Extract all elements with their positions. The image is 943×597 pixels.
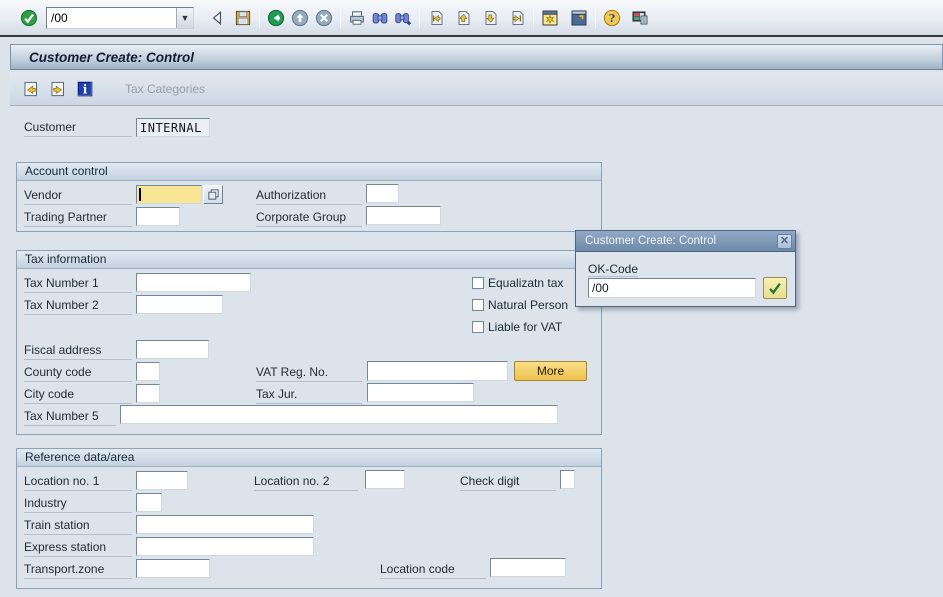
last-page-icon[interactable] — [508, 9, 526, 27]
save-icon[interactable] — [234, 9, 252, 27]
vendor-field[interactable] — [136, 185, 202, 204]
location-no-1-field[interactable] — [136, 471, 188, 490]
fiscal-address-field[interactable] — [136, 340, 209, 359]
reference-data-group-title: Reference data/area — [17, 449, 601, 467]
page-title: Customer Create: Control — [29, 50, 194, 65]
train-station-field[interactable] — [136, 515, 314, 534]
next-page-icon[interactable] — [481, 9, 499, 27]
natural-person-checkbox[interactable] — [472, 299, 484, 311]
information-icon[interactable]: i — [76, 80, 94, 98]
express-station-field[interactable] — [136, 537, 314, 556]
natural-person-label: Natural Person — [488, 298, 568, 314]
location-no-2-label: Location no. 2 — [254, 474, 358, 491]
industry-field[interactable] — [136, 493, 162, 512]
authorization-label: Authorization — [256, 188, 362, 205]
authorization-field[interactable] — [366, 184, 399, 203]
vat-reg-no-field[interactable] — [367, 361, 508, 381]
tax-jur-label: Tax Jur. — [256, 387, 362, 404]
location-code-label: Location code — [380, 562, 486, 579]
trading-partner-label: Trading Partner — [24, 210, 132, 227]
account-control-group-title: Account control — [17, 163, 601, 181]
fiscal-address-label: Fiscal address — [24, 343, 132, 360]
city-code-field[interactable] — [136, 384, 160, 403]
previous-page-icon[interactable] — [454, 9, 472, 27]
customize-layout-icon[interactable] — [631, 9, 649, 27]
city-code-label: City code — [24, 387, 132, 404]
equalizatn-tax-checkbox[interactable] — [472, 277, 484, 289]
corporate-group-field[interactable] — [366, 206, 441, 225]
vendor-label: Vendor — [24, 188, 132, 205]
system-toolbar: ▼ ? — [0, 0, 943, 37]
ok-code-dialog-title: Customer Create: Control — [585, 235, 716, 247]
ok-code-dialog: Customer Create: Control ✕ OK-Code — [575, 230, 796, 307]
transport-zone-label: Transport.zone — [24, 562, 132, 579]
toolbar-separator — [419, 8, 420, 28]
check-digit-label: Check digit — [460, 474, 556, 491]
corporate-group-label: Corporate Group — [256, 210, 362, 227]
close-icon[interactable]: ✕ — [777, 234, 792, 249]
county-code-field[interactable] — [136, 362, 160, 381]
transport-zone-field[interactable] — [136, 559, 210, 578]
toolbar-separator — [533, 8, 534, 28]
command-field: ▼ — [46, 7, 194, 29]
tax-number-5-label: Tax Number 5 — [24, 409, 116, 426]
first-page-icon[interactable] — [427, 9, 445, 27]
industry-label: Industry — [24, 496, 132, 513]
print-icon[interactable] — [348, 9, 366, 27]
ok-code-label: OK-Code — [588, 262, 638, 277]
location-no-1-label: Location no. 1 — [24, 474, 132, 491]
equalizatn-tax-label: Equalizatn tax — [488, 276, 563, 292]
new-session-icon[interactable] — [541, 9, 559, 27]
screen-title-bar: Customer Create: Control — [10, 44, 943, 70]
command-dropdown-icon[interactable]: ▼ — [176, 8, 193, 28]
enter-icon[interactable] — [20, 9, 38, 27]
command-input[interactable] — [47, 8, 176, 28]
more-button[interactable]: More — [514, 361, 587, 381]
toolbar-separator — [259, 8, 260, 28]
tax-jur-field[interactable] — [367, 383, 474, 402]
tax-number-1-field[interactable] — [136, 273, 251, 292]
train-station-label: Train station — [24, 518, 132, 535]
text-cursor — [139, 188, 141, 201]
application-toolbar: i Tax Categories — [10, 72, 943, 106]
next-screen-icon[interactable] — [49, 80, 67, 98]
cancel-icon[interactable] — [315, 9, 333, 27]
trading-partner-field[interactable] — [136, 207, 180, 226]
tax-number-2-label: Tax Number 2 — [24, 298, 132, 315]
svg-text:i: i — [83, 82, 88, 96]
continue-button[interactable] — [763, 277, 787, 299]
customer-label: Customer — [24, 120, 132, 137]
tax-categories-button[interactable]: Tax Categories — [125, 82, 205, 96]
location-no-2-field[interactable] — [365, 470, 405, 489]
tax-number-2-field[interactable] — [136, 295, 223, 314]
ok-code-input[interactable] — [588, 278, 756, 298]
tax-information-group-title: Tax information — [17, 251, 601, 269]
vendor-matchcode-icon[interactable] — [203, 185, 223, 204]
exit-icon[interactable] — [291, 9, 309, 27]
back-icon[interactable] — [267, 9, 285, 27]
location-code-field[interactable] — [490, 558, 566, 577]
check-digit-field[interactable] — [560, 470, 575, 489]
county-code-label: County code — [24, 365, 132, 382]
svg-text:?: ? — [609, 12, 615, 25]
back-triangle-icon[interactable] — [208, 9, 226, 27]
customer-field[interactable] — [136, 118, 210, 137]
find-icon[interactable] — [371, 9, 389, 27]
toolbar-separator — [595, 8, 596, 28]
previous-screen-icon[interactable] — [22, 80, 40, 98]
tax-number-5-field[interactable] — [120, 405, 558, 424]
ok-code-dialog-title-bar: Customer Create: Control ✕ — [576, 231, 795, 252]
help-icon[interactable]: ? — [603, 9, 621, 27]
liable-for-vat-checkbox[interactable] — [472, 321, 484, 333]
express-station-label: Express station — [24, 540, 132, 557]
liable-for-vat-label: Liable for VAT — [488, 320, 562, 336]
vat-reg-no-label: VAT Reg. No. — [256, 365, 362, 382]
find-next-icon[interactable] — [394, 9, 412, 27]
create-shortcut-icon[interactable] — [570, 9, 588, 27]
toolbar-separator — [340, 8, 341, 28]
tax-number-1-label: Tax Number 1 — [24, 276, 132, 293]
